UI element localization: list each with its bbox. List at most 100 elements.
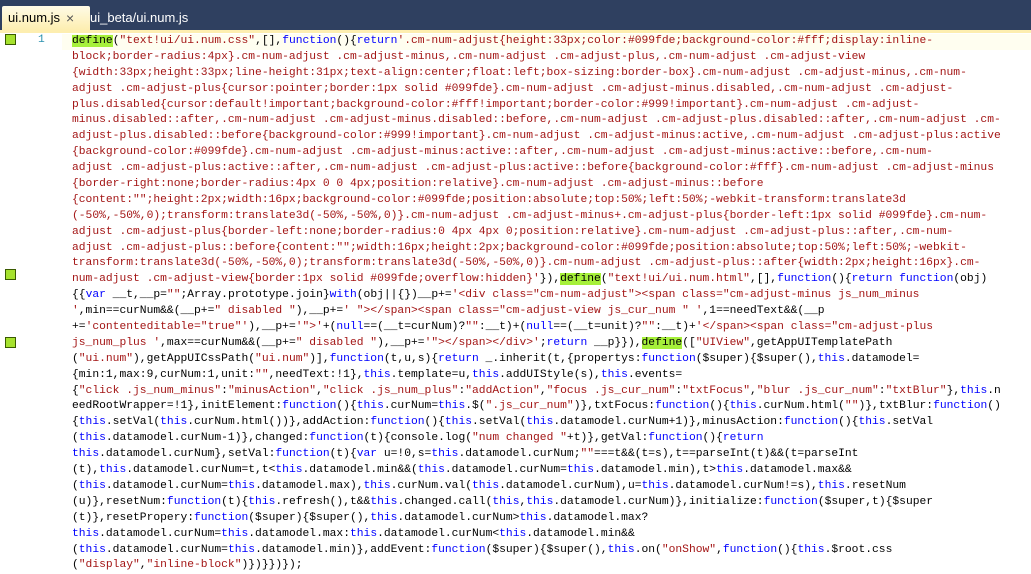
code-token: ([ — [682, 336, 696, 349]
keyword-token: this — [363, 368, 391, 381]
keyword-token: this — [716, 464, 744, 477]
code-token: ),__p+= — [295, 305, 344, 318]
code-token: ( — [72, 479, 79, 492]
code-token: ,[], — [749, 273, 778, 286]
code-token: .setVal( — [105, 416, 161, 429]
string-token: ".js_cur_num" — [485, 400, 574, 413]
code-token: (){ — [831, 273, 852, 286]
keyword-token: function — [783, 416, 839, 429]
string-token: {background-color:#099fde}.cm-num-adjust… — [72, 146, 933, 159]
tab-ui-beta-ui-num-js[interactable]: ui_beta/ui.num.js — [84, 6, 194, 30]
code-line: {"click .js_num_minus":"minusAction","cl… — [72, 384, 1001, 400]
close-icon[interactable]: × — [66, 6, 74, 30]
keyword-token: this — [431, 448, 459, 461]
keyword-token: null — [526, 321, 554, 334]
code-token: ,getAppUITemplatePath — [750, 336, 893, 349]
code-line: ',min==curNum&&(__p+=" disabled "),__p+=… — [72, 304, 1001, 320]
code-token: .events= — [627, 368, 683, 381]
keyword-token: this — [641, 479, 669, 492]
keyword-token: this — [78, 543, 106, 556]
keyword-token: this — [221, 527, 249, 540]
code-area[interactable]: define("text!ui/ui.num.css",[],function(… — [72, 34, 1001, 574]
keyword-token: this — [472, 479, 500, 492]
string-token: "click .js_num_minus" — [78, 384, 222, 397]
code-token: ; — [539, 336, 547, 349]
string-token: "txtFocus" — [682, 384, 750, 397]
code-token: )})}})}); — [241, 559, 303, 572]
code-token: (){ — [709, 400, 730, 413]
code-token: (obj||{})__p+= — [356, 289, 452, 302]
code-token: (){ — [838, 416, 859, 429]
code-token: _.inherit(t,{propertys: — [478, 352, 642, 365]
code-token: .on( — [634, 543, 662, 556]
keyword-token: this — [607, 543, 635, 556]
change-marker-icon — [5, 269, 16, 280]
tab-label: ui.num.js — [8, 10, 61, 25]
keyword-token: function — [275, 448, 330, 461]
code-token: .n — [987, 384, 1001, 397]
string-token: "inline-block" — [146, 559, 242, 572]
code-token: .setVal — [885, 416, 934, 429]
code-token: , — [316, 384, 323, 397]
string-token: '.cm-num-adjust{height:33px;color:#099fd… — [397, 35, 934, 47]
string-token: transform:translate3d(-50%,-50%,0);trans… — [72, 257, 981, 270]
keyword-token: this — [417, 464, 445, 477]
string-token: 'contenteditable="true"' — [85, 321, 249, 334]
string-token: "" — [580, 448, 595, 461]
string-token: "" — [465, 321, 479, 334]
string-token: '">' — [295, 321, 323, 334]
code-token: ( — [72, 559, 79, 572]
string-token: "ui.num" — [255, 352, 310, 365]
code-token: (t){console.log( — [363, 432, 472, 445]
code-token: .curNum= — [383, 400, 439, 413]
code-token: ,needText:!1}, — [268, 368, 364, 381]
code-line: minus.disabled::after,.cm-num-adjust .cm… — [72, 113, 1001, 129]
code-line: eedRootWrapper=!1},initElement:function(… — [72, 399, 1001, 415]
code-token: .datamodel.max), — [255, 479, 364, 492]
code-token: (t){ — [329, 448, 357, 461]
code-line: define("text!ui/ui.num.css",[],function(… — [72, 34, 1001, 50]
keyword-token: this — [72, 527, 100, 540]
code-line: num-adjust .cm-adjust-view{border:1px so… — [72, 272, 1001, 288]
string-token: " disabled " — [214, 305, 296, 318]
tab-bar: ui.num.js × ui_beta/ui.num.js — [0, 0, 1031, 30]
code-line: this.datamodel.curNum},setVal:function(t… — [72, 447, 1001, 463]
change-marker-icon — [5, 337, 16, 348]
code-line: adjust .cm-adjust-plus{border-left:none;… — [72, 225, 1001, 241]
code-token: .datamodel.curNum= — [105, 543, 228, 556]
code-line: (-50%,-50%,0);transform:translate3d(-50%… — [72, 209, 1001, 225]
string-token: ' "></span><span class="cm-adjust-view j… — [343, 305, 703, 318]
keyword-token: function — [282, 35, 337, 47]
keyword-token: function — [282, 400, 337, 413]
string-token: {border-right:none;border-radius:4px 0 0… — [72, 178, 764, 191]
code-token: .datamodel.curNum= — [105, 479, 228, 492]
tab-ui-num-js[interactable]: ui.num.js × — [2, 6, 90, 30]
code-token: }, — [946, 384, 961, 397]
code-line: adjust-plus.disabled::before{background-… — [72, 129, 1001, 145]
code-token: :__t)+( — [478, 321, 527, 334]
code-token: .datamodel.min),t> — [594, 464, 717, 477]
code-token: __t,__p= — [105, 289, 167, 302]
code-token: +( — [322, 321, 337, 334]
code-token: { — [72, 416, 79, 429]
code-line: {{var __t,__p="";Array.prototype.join}wi… — [72, 288, 1001, 304]
code-line: adjust .cm-adjust-plus:active::after,.cm… — [72, 161, 1001, 177]
keyword-token: this — [356, 400, 384, 413]
highlighted-token: define — [560, 273, 601, 286]
code-line: (this.datamodel.curNum-1)},changed:funct… — [72, 431, 1001, 447]
keyword-token: this — [248, 495, 276, 508]
keyword-token: this — [566, 464, 595, 477]
code-token: .addUIStyle(s), — [499, 368, 601, 381]
code-token: (){ — [702, 432, 723, 445]
string-token: "display" — [78, 559, 140, 572]
keyword-token: function — [777, 273, 832, 286]
code-token: .template=u, — [390, 368, 473, 381]
code-token: (u)},resetNum: — [72, 495, 167, 508]
keyword-token: null — [336, 321, 364, 334]
string-token: "" — [255, 368, 269, 381]
code-token: (t), — [72, 464, 100, 477]
code-token: .curNum.html())},addAction: — [187, 416, 371, 429]
code-token: .datamodel.min)},addEvent: — [255, 543, 432, 556]
string-token: "addAction" — [465, 384, 540, 397]
code-token: ( — [72, 432, 79, 445]
